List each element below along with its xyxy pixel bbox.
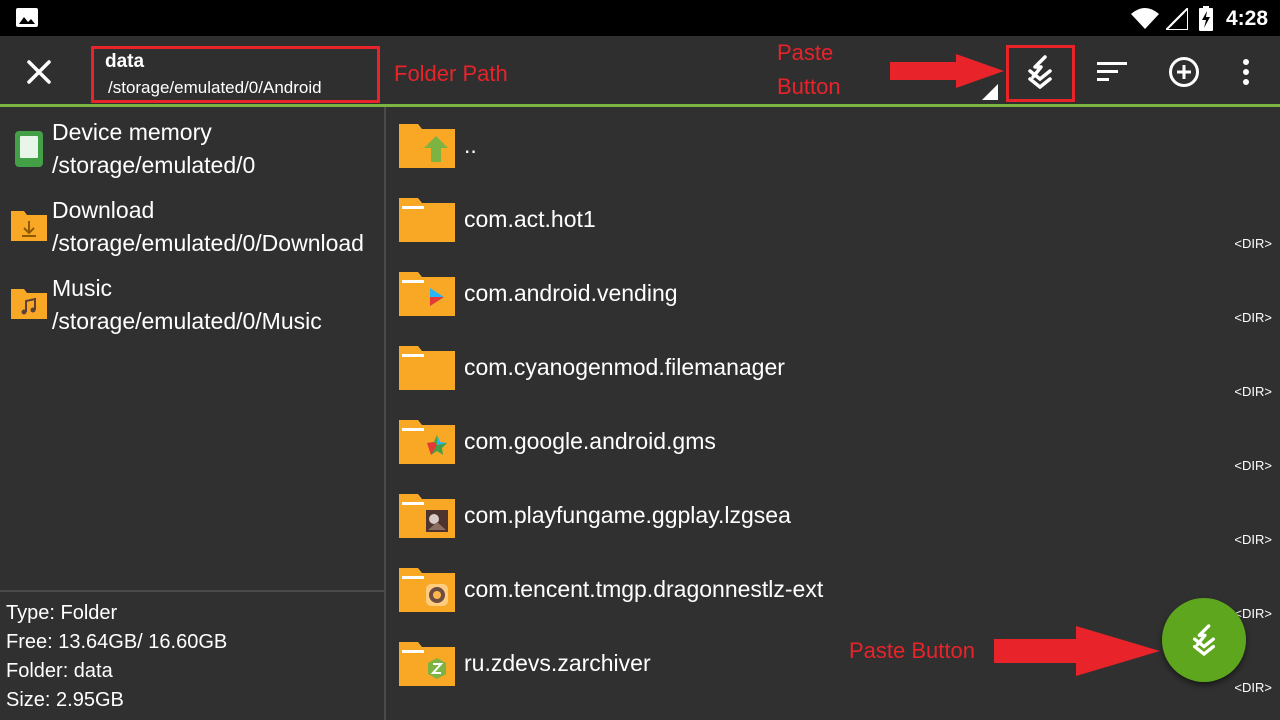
bookmark-device-memory[interactable]: Device memory /storage/emulated/0 bbox=[0, 113, 384, 191]
wifi-icon bbox=[1131, 8, 1159, 29]
play-services-folder-icon bbox=[399, 420, 455, 464]
folder-icon bbox=[399, 346, 455, 390]
more-options-button[interactable] bbox=[1222, 48, 1270, 96]
paste-button[interactable] bbox=[1016, 48, 1064, 96]
paste-icon bbox=[1028, 55, 1052, 89]
bookmark-music[interactable]: Music /storage/emulated/0/Music bbox=[0, 269, 384, 347]
file-row[interactable]: com.cyanogenmod.filemanager <DIR> bbox=[386, 334, 1280, 408]
info-size: Size: 2.95GB bbox=[6, 689, 124, 711]
file-row[interactable]: com.playfungame.ggplay.lzgsea <DIR> bbox=[386, 482, 1280, 556]
file-name: com.tencent.tmgp.dragonnestlz-ext bbox=[464, 576, 824, 602]
folder-path-annotation: Folder Path bbox=[394, 61, 508, 86]
device-memory-icon bbox=[15, 131, 43, 167]
zarchiver-folder-icon bbox=[399, 642, 455, 686]
status-bar: 4:28 bbox=[0, 0, 1280, 36]
file-name: com.cyanogenmod.filemanager bbox=[464, 354, 785, 380]
parent-folder-icon bbox=[399, 124, 455, 168]
play-store-folder-icon bbox=[399, 272, 455, 316]
file-row-parent[interactable]: .. bbox=[386, 112, 1280, 186]
download-folder-icon bbox=[11, 211, 47, 241]
file-name: com.act.hot1 bbox=[464, 206, 596, 232]
paste-icon bbox=[1192, 624, 1216, 657]
sort-button[interactable] bbox=[1088, 48, 1136, 96]
bookmark-path: /storage/emulated/0/Music bbox=[52, 308, 322, 334]
file-name: com.playfungame.ggplay.lzgsea bbox=[464, 502, 791, 528]
folder-icon bbox=[399, 198, 455, 242]
info-folder: Folder: data bbox=[6, 660, 113, 682]
music-folder-icon bbox=[11, 289, 47, 319]
file-row[interactable]: com.android.vending <DIR> bbox=[386, 260, 1280, 334]
file-name: .. bbox=[464, 132, 477, 158]
bookmark-name: Device memory bbox=[52, 119, 212, 145]
battery-charging-icon bbox=[1199, 6, 1213, 31]
dir-tag: <DIR> bbox=[1234, 236, 1272, 251]
file-row[interactable]: com.google.android.gms <DIR> bbox=[386, 408, 1280, 482]
dir-tag: <DIR> bbox=[1234, 458, 1272, 473]
status-time: 4:28 bbox=[1226, 7, 1269, 30]
more-vert-icon bbox=[1243, 59, 1249, 85]
info-type: Type: Folder bbox=[6, 602, 118, 624]
add-button[interactable] bbox=[1160, 48, 1208, 96]
file-name: com.google.android.gms bbox=[464, 428, 716, 454]
gallery-icon bbox=[16, 8, 38, 27]
file-row[interactable]: com.act.hot1 <DIR> bbox=[386, 186, 1280, 260]
file-name: com.android.vending bbox=[464, 280, 678, 306]
add-circle-icon bbox=[1169, 57, 1199, 87]
annotation-arrow bbox=[994, 626, 1160, 676]
paste-button-annotation-line2: Button bbox=[777, 74, 841, 99]
bookmark-download[interactable]: Download /storage/emulated/0/Download bbox=[0, 191, 384, 269]
info-free-space: Free: 13.64GB/ 16.60GB bbox=[6, 631, 228, 653]
dir-tag: <DIR> bbox=[1234, 532, 1272, 547]
dir-tag: <DIR> bbox=[1234, 384, 1272, 399]
bookmark-name: Download bbox=[52, 197, 155, 223]
paste-fab-button[interactable] bbox=[1162, 598, 1246, 682]
close-icon[interactable] bbox=[18, 52, 60, 92]
paste-menu-indicator bbox=[982, 84, 998, 100]
bookmark-name: Music bbox=[52, 275, 113, 301]
signal-icon bbox=[1166, 8, 1188, 30]
file-name: ru.zdevs.zarchiver bbox=[464, 650, 651, 676]
annotation-arrow bbox=[890, 54, 1004, 88]
dir-tag: <DIR> bbox=[1234, 310, 1272, 325]
game-folder-icon bbox=[399, 494, 455, 538]
current-folder-name[interactable]: data bbox=[105, 51, 144, 73]
sort-icon bbox=[1097, 62, 1127, 81]
bookmark-path: /storage/emulated/0 bbox=[52, 152, 256, 178]
paste-button-annotation-line1: Paste bbox=[777, 40, 834, 65]
info-divider bbox=[0, 590, 384, 592]
file-row[interactable]: com.tencent.tmgp.dragonnestlz-ext <DIR> bbox=[386, 556, 1280, 630]
app-bar: data /storage/emulated/0/Android Folder … bbox=[0, 36, 1280, 104]
current-folder-path[interactable]: /storage/emulated/0/Android bbox=[108, 78, 322, 98]
game-folder-icon bbox=[399, 568, 455, 612]
bookmarks-pane: Device memory /storage/emulated/0 Downlo… bbox=[0, 107, 384, 720]
paste-fab-annotation: Paste Button bbox=[849, 638, 975, 663]
dir-tag: <DIR> bbox=[1234, 680, 1272, 695]
bookmark-path: /storage/emulated/0/Download bbox=[52, 230, 364, 256]
